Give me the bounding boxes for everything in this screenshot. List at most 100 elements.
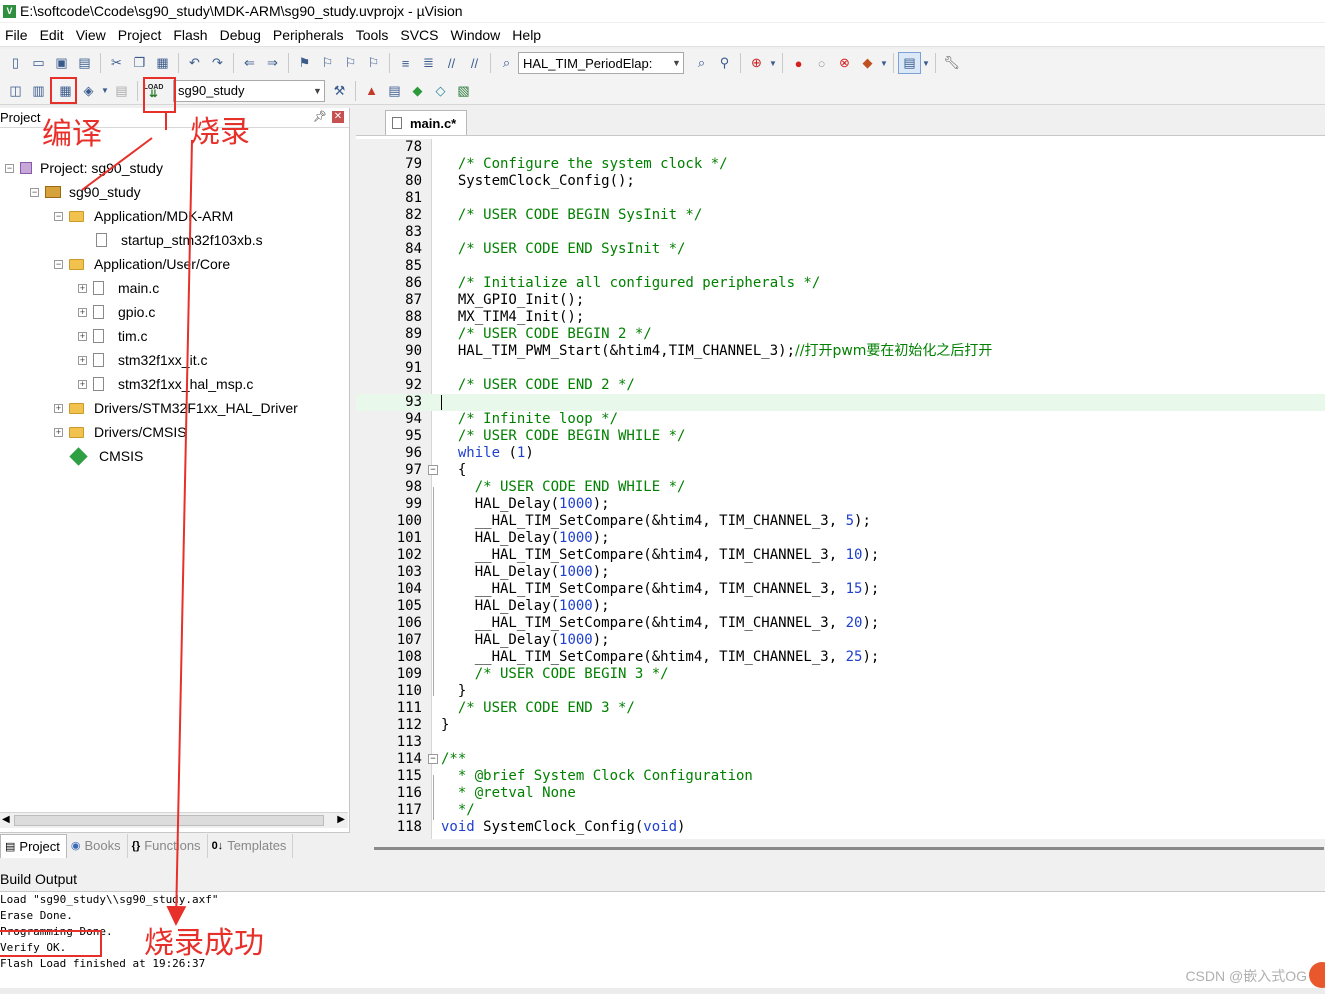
window-layout-icon[interactable]: ▤ [898,52,921,74]
paste-icon[interactable]: ▦ [151,52,174,74]
nav-forward-icon[interactable]: ⇒ [261,52,284,74]
disable-breakpoint-icon[interactable]: ○ [810,52,833,74]
expand-icon[interactable]: + [78,355,87,365]
tab-functions[interactable]: {} Functions [128,833,208,858]
collapse-icon[interactable]: − [54,259,63,269]
comment-icon[interactable]: // [440,52,463,74]
bookmark-icon[interactable]: ⚑ [293,52,316,74]
tree-group-hal-driver[interactable]: + Drivers/STM32F1xx_HAL_Driver [54,396,298,420]
open-folder-icon[interactable]: ▭ [27,52,50,74]
tree-group-user-core[interactable]: − Application/User/Core [54,252,230,276]
configure-wrench-icon[interactable]: 🔧︎ [940,52,963,74]
disable-all-breakpoints-icon[interactable]: ⊗ [833,52,856,74]
expand-icon[interactable]: + [78,307,87,317]
expand-icon[interactable]: + [78,283,87,293]
tab-project[interactable]: ▤ Project [0,833,67,858]
menu-file[interactable]: File [0,27,35,43]
tree-file-main[interactable]: + main.c [78,276,159,300]
chevron-down-icon[interactable]: ▼ [311,81,324,101]
find-in-files-icon[interactable]: ⌕ [495,52,518,74]
expand-icon[interactable]: + [78,379,87,389]
clear-bookmarks-icon[interactable]: ⚐ [362,52,385,74]
save-icon[interactable]: ▣ [50,52,73,74]
next-bookmark-icon[interactable]: ⚐ [339,52,362,74]
fold-collapse-icon[interactable]: − [428,754,438,764]
pin-icon[interactable]: 📌︎ [313,110,327,123]
target-options-icon[interactable]: ⚒ [328,80,351,102]
save-all-icon[interactable]: ▤ [73,52,96,74]
nav-back-icon[interactable]: ⇐ [238,52,261,74]
unindent-icon[interactable]: ≣ [417,52,440,74]
scroll-left-icon[interactable]: ◀ [2,814,10,825]
scroll-thumb[interactable] [374,847,1324,850]
menu-flash[interactable]: Flash [168,27,214,43]
chevron-down-icon[interactable]: ▼ [921,52,931,74]
menu-peripherals[interactable]: Peripherals [268,27,351,43]
batch-build-icon[interactable]: ◈ [77,80,100,102]
translate-icon[interactable]: ◫ [4,80,27,102]
stop-build-icon[interactable]: ▤ [110,80,133,102]
expand-icon[interactable]: + [54,403,63,413]
tree-root[interactable]: − Project: sg90_study [5,156,163,180]
manage-books-icon[interactable]: ▤ [383,80,406,102]
menu-tools[interactable]: Tools [351,27,396,43]
tree-file-tim[interactable]: + tim.c [78,324,148,348]
code-area[interactable]: 78 79 /* Configure the system clock */ 8… [356,139,1325,839]
copy-icon[interactable]: ❐ [128,52,151,74]
breakpoint-icon[interactable]: ● [787,52,810,74]
menu-window[interactable]: Window [446,27,508,43]
uncomment-icon[interactable]: // [463,52,486,74]
build-output-scrollbar[interactable] [0,988,1325,994]
chevron-down-icon[interactable]: ▼ [100,80,110,102]
redo-icon[interactable]: ↷ [206,52,229,74]
collapse-icon[interactable]: − [30,187,39,197]
expand-icon[interactable]: + [54,427,63,437]
menu-debug[interactable]: Debug [215,27,268,43]
menu-project[interactable]: Project [113,27,169,43]
code-line: 81 [356,190,1325,207]
menu-edit[interactable]: Edit [35,27,71,43]
project-hscrollbar[interactable]: ◀ ▶ [0,812,348,828]
target-select[interactable]: sg90_study ▼ [173,79,325,102]
find-icon[interactable]: ⌕ [690,52,713,74]
undo-icon[interactable]: ↶ [183,52,206,74]
menu-help[interactable]: Help [507,27,548,43]
kill-breakpoints-icon[interactable]: ◆ [856,52,879,74]
incremental-find-icon[interactable]: ⚲ [713,52,736,74]
tab-templates[interactable]: 0↓ Templates [208,833,294,858]
indent-icon[interactable]: ≡ [394,52,417,74]
new-file-icon[interactable]: ▯ [4,52,27,74]
menu-svcs[interactable]: SVCS [395,27,445,43]
tree-file-gpio[interactable]: + gpio.c [78,300,155,324]
tree-file-startup[interactable]: startup_stm32f103xb.s [96,228,263,252]
select-packs-icon[interactable]: ◆ [406,80,429,102]
start-debug-icon[interactable]: ⊕ [745,52,768,74]
menu-view[interactable]: View [71,27,113,43]
find-combo[interactable]: HAL_TIM_PeriodElap: ▼ [518,52,684,74]
tree-group-mdk-arm[interactable]: − Application/MDK-ARM [54,204,233,228]
prev-bookmark-icon[interactable]: ⚐ [316,52,339,74]
tree-group-cmsis[interactable]: + Drivers/CMSIS [54,420,187,444]
editor-hscrollbar[interactable] [356,839,1325,858]
tab-main-c[interactable]: main.c* [385,110,467,135]
chevron-down-icon[interactable]: ▼ [670,53,683,73]
run-time-env-icon[interactable]: ▧ [452,80,475,102]
pack-installer-icon[interactable]: ◇ [429,80,452,102]
chevron-down-icon[interactable]: ▼ [879,52,889,74]
expand-icon[interactable]: + [78,331,87,341]
close-icon[interactable]: ✕ [332,111,344,123]
chevron-down-icon[interactable]: ▼ [768,52,778,74]
scroll-right-icon[interactable]: ▶ [337,814,345,825]
build-icon[interactable]: ▥ [27,80,50,102]
tree-file-it[interactable]: + stm32f1xx_it.c [78,348,207,372]
tab-books[interactable]: ◉ Books [67,833,128,858]
collapse-icon[interactable]: − [54,211,63,221]
scroll-thumb[interactable] [14,815,324,826]
cut-icon[interactable]: ✂ [105,52,128,74]
collapse-icon[interactable]: − [5,163,14,173]
tree-file-msp[interactable]: + stm32f1xx_hal_msp.c [78,372,253,396]
tree-cmsis-component[interactable]: CMSIS [69,444,143,468]
manage-components-icon[interactable]: ▲ [360,80,383,102]
tree-target[interactable]: − sg90_study [30,180,141,204]
fold-collapse-icon[interactable]: − [428,465,438,475]
